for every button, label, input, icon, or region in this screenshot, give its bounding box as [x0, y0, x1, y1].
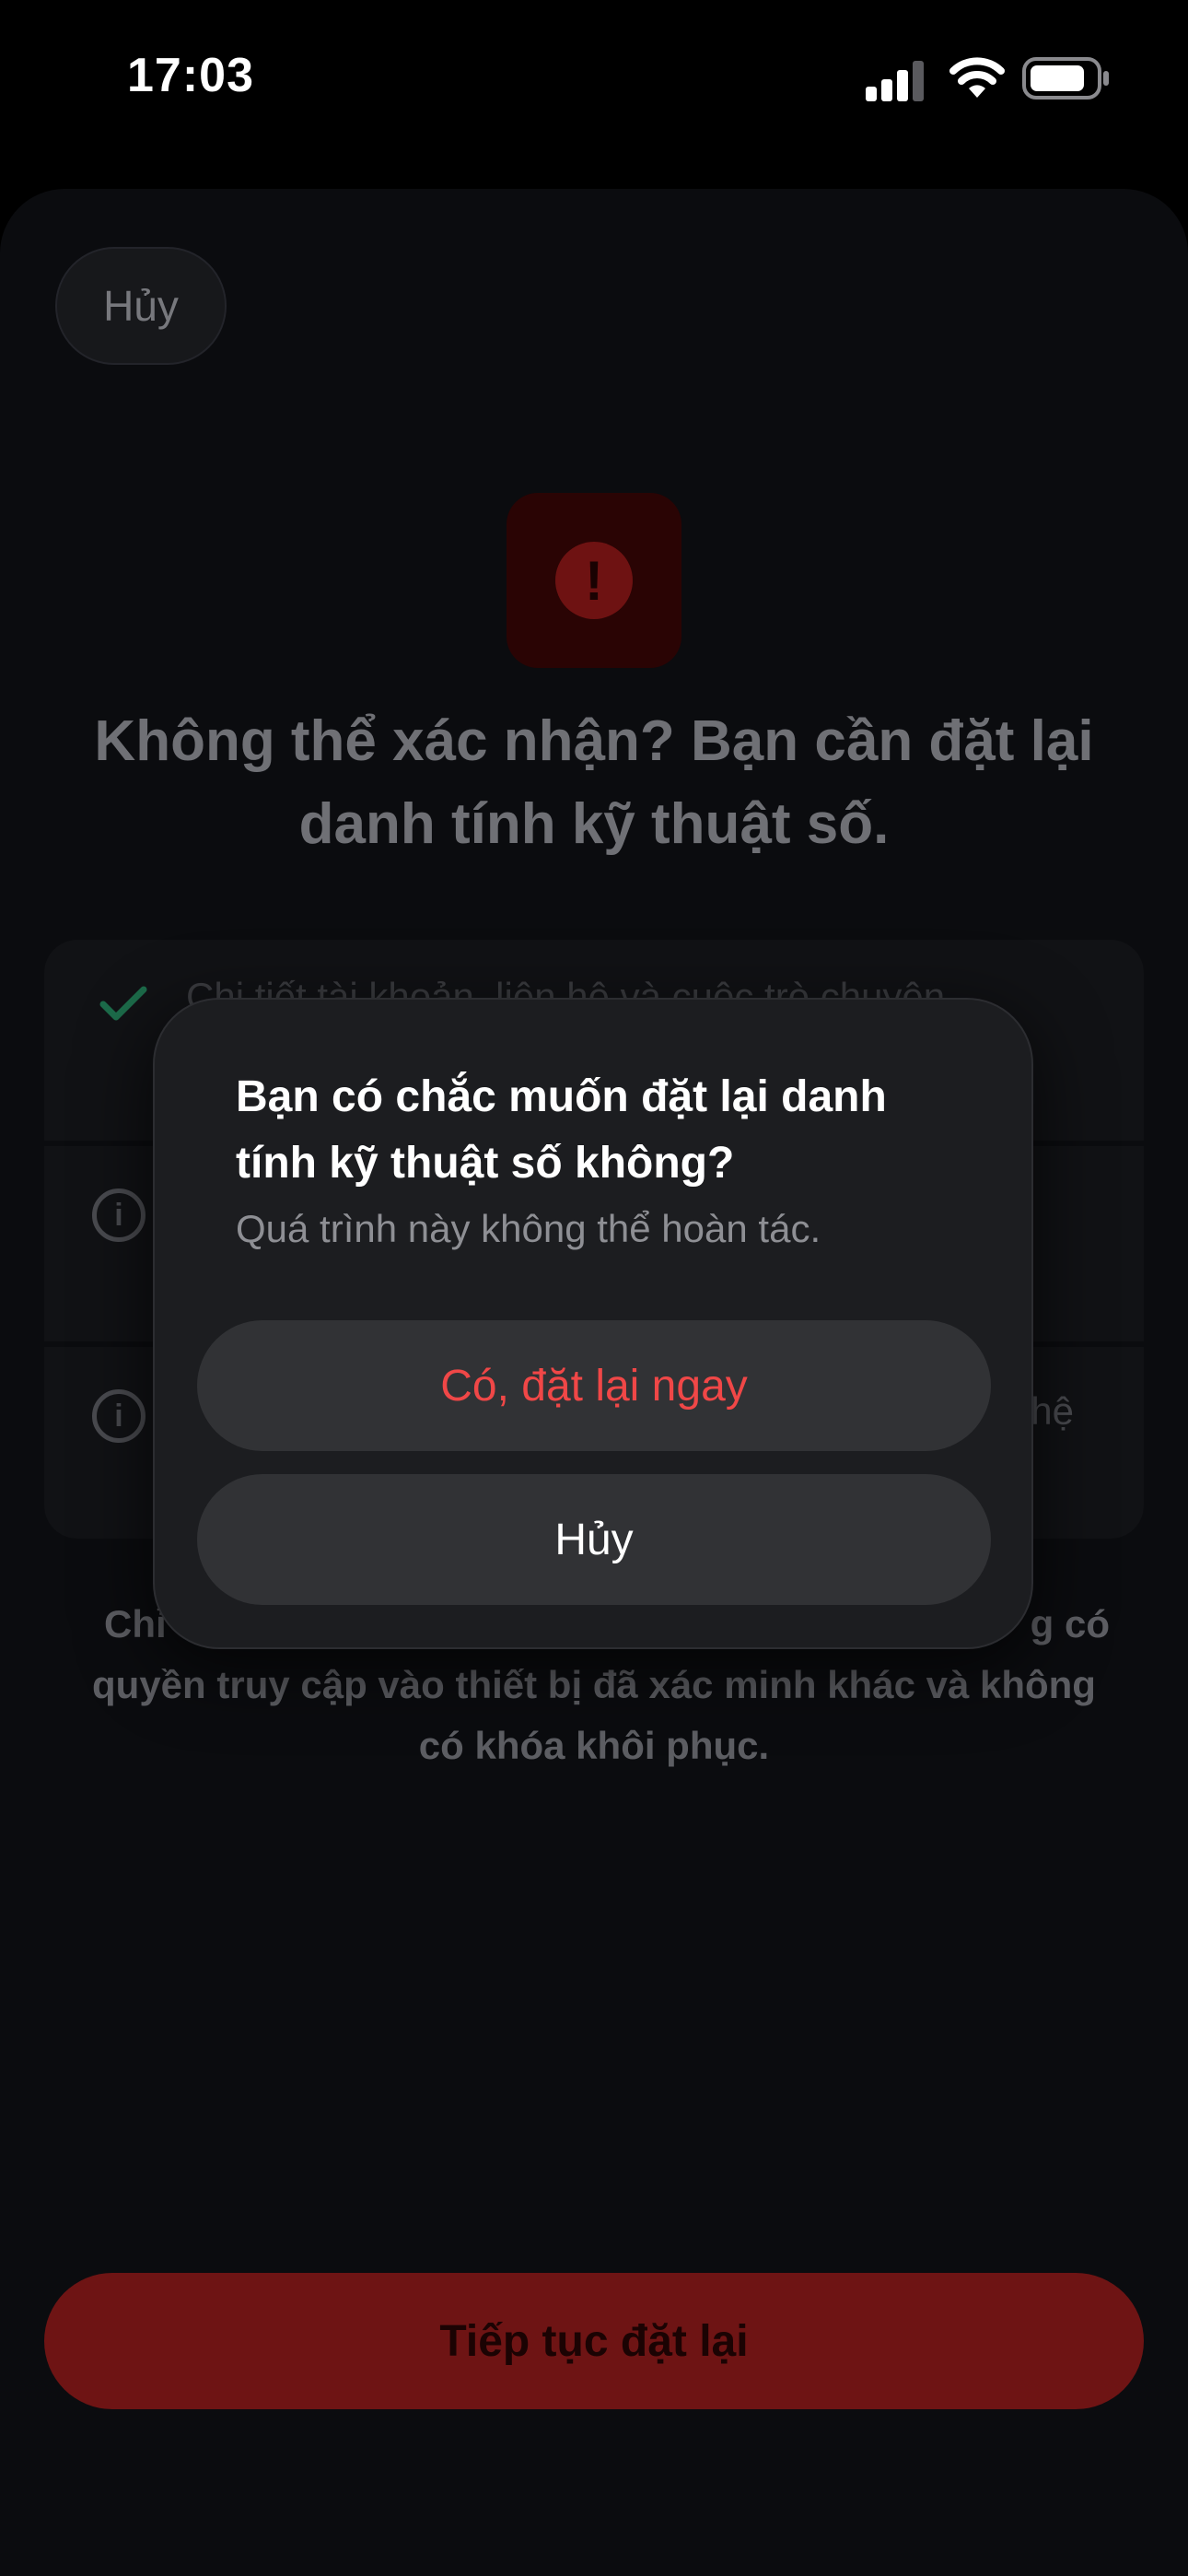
alert-cancel-button[interactable]: Hủy: [197, 1474, 991, 1605]
info-row-text: hệ: [1031, 1389, 1074, 1433]
note-line-2: quyền truy cập vào thiết bị đã xác minh …: [92, 1663, 1096, 1706]
confirm-reset-button[interactable]: Có, đặt lại ngay: [197, 1320, 991, 1451]
battery-icon: [1022, 57, 1109, 100]
continue-reset-button[interactable]: Tiếp tục đặt lại: [44, 2273, 1144, 2409]
alert-message: Quá trình này không thể hoàn tác.: [236, 1207, 821, 1250]
wifi-icon: [949, 57, 1005, 98]
page-title: Không thể xác nhận? Bạn cần đặt lại danh…: [94, 709, 1094, 856]
cancel-button[interactable]: Hủy: [55, 247, 227, 365]
info-icon: i: [92, 1389, 146, 1443]
confirm-alert-dialog: Bạn có chắc muốn đặt lại danh tính kỹ th…: [153, 998, 1033, 1649]
note-line-3: có khóa khôi phục.: [418, 1724, 770, 1767]
cellular-signal-icon: [866, 61, 924, 101]
exclamation-icon: !: [555, 542, 633, 619]
status-time: 17:03: [127, 49, 254, 102]
status-bar: 17:03: [0, 0, 1188, 157]
error-badge: !: [507, 493, 681, 668]
info-icon: i: [92, 1188, 146, 1242]
check-icon: [99, 986, 147, 1021]
alert-title: Bạn có chắc muốn đặt lại danh tính kỹ th…: [236, 1072, 887, 1188]
